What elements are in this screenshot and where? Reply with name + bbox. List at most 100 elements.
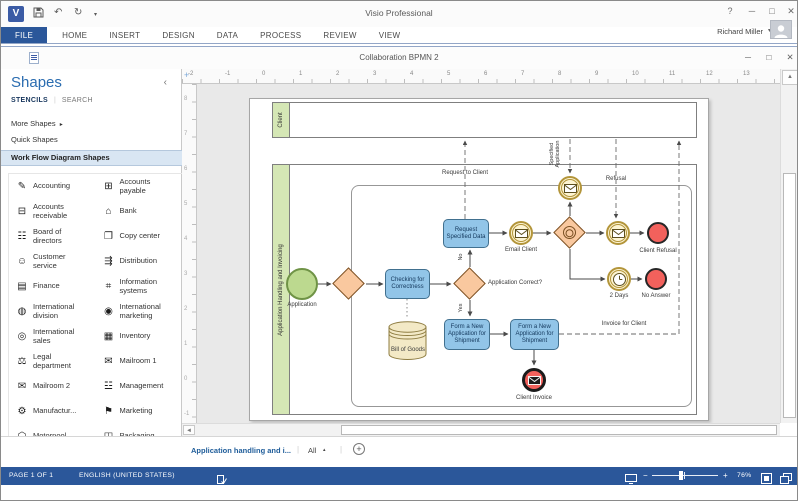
- doc-close-button[interactable]: ✕: [781, 52, 797, 63]
- tab-review[interactable]: REVIEW: [312, 27, 367, 43]
- more-shapes-link[interactable]: More Shapes ▸: [11, 119, 63, 128]
- horizontal-scroll-thumb[interactable]: [341, 425, 777, 435]
- status-page-indicator[interactable]: PAGE 1 OF 1: [9, 472, 53, 479]
- customer-service-icon: ☺: [16, 256, 28, 267]
- stencil-item-customer-service[interactable]: ☺ Customer service: [9, 253, 96, 270]
- zoom-slider-track[interactable]: [652, 475, 718, 476]
- finance-icon: ▤: [17, 281, 27, 292]
- task-form-new-application-1[interactable]: Form a New Application for Shipment: [444, 319, 490, 350]
- insert-page-button[interactable]: +: [353, 443, 365, 455]
- vertical-scroll-thumb[interactable]: [783, 173, 796, 418]
- drawing-canvas[interactable]: Client Application Handling and Invoicin…: [197, 84, 780, 423]
- doc-minimize-button[interactable]: ─: [739, 52, 757, 62]
- scroll-up-icon[interactable]: ▲: [782, 70, 797, 85]
- tab-design[interactable]: DESIGN: [151, 27, 205, 43]
- maximize-button[interactable]: □: [763, 6, 781, 16]
- stencil-item-inventory[interactable]: ▦ Inventory: [96, 331, 183, 342]
- mailroom-1-icon: ✉: [104, 356, 113, 367]
- manufacturing-icon: ⚙: [17, 406, 27, 417]
- stencil-item-manufacturing[interactable]: ⚙ Manufactur...: [9, 406, 96, 417]
- tab-process[interactable]: PROCESS: [249, 27, 312, 43]
- accounts-receivable-icon: ⊟: [17, 206, 27, 217]
- connectors-layer: [318, 139, 682, 366]
- information-systems-icon: ⌗: [105, 281, 112, 292]
- international-sales-icon: ◎: [17, 331, 27, 342]
- vertical-scrollbar[interactable]: ▲: [780, 69, 797, 423]
- stencil-item-international-marketing[interactable]: ◉ International marketing: [96, 303, 183, 320]
- drawing-page[interactable]: Client Application Handling and Invoicin…: [249, 98, 709, 421]
- message-end-event-client-invoice[interactable]: [522, 368, 546, 392]
- accounting-icon: ✎: [17, 181, 27, 192]
- message-event-email-client[interactable]: [509, 221, 533, 245]
- label-no-answer: No Answer: [641, 293, 671, 299]
- task-checking-for-correctness[interactable]: Checking for Correctness: [385, 269, 430, 299]
- visio-window: V ↶ ↻ ▾ Visio Professional ? ─ □ ✕ FILE …: [0, 0, 798, 501]
- collapse-panel-icon[interactable]: ‹: [164, 77, 167, 88]
- stencil-item-distribution[interactable]: ⇶ Distribution: [96, 256, 183, 267]
- tab-data[interactable]: DATA: [206, 27, 249, 43]
- presentation-mode-icon[interactable]: [625, 471, 637, 489]
- tab-insert[interactable]: INSERT: [98, 27, 151, 43]
- all-pages-button[interactable]: All: [308, 446, 316, 455]
- user-name[interactable]: Richard Miller: [717, 27, 763, 36]
- zoom-out-button[interactable]: −: [643, 471, 648, 480]
- tab-stencils[interactable]: STENCILS: [11, 97, 48, 104]
- stencil-item-mailroom-1[interactable]: ✉ Mailroom 1: [96, 356, 183, 367]
- stencil-item-legal-department[interactable]: ⚖ Legal department: [9, 353, 96, 370]
- stencil-item-board-of-directors[interactable]: ☷ Board of directors: [9, 228, 96, 245]
- stencil-list: ✎ Accounting ⊞ Accounts payable ⊟ Accounts …: [8, 173, 182, 449]
- clock-icon: [612, 272, 626, 286]
- proofing-icon[interactable]: [217, 471, 227, 489]
- user-avatar[interactable]: [770, 20, 792, 39]
- stencil-item-information-systems[interactable]: ⌗ Information systems: [96, 278, 183, 295]
- end-event-no-answer[interactable]: [645, 268, 667, 290]
- stencil-item-bank[interactable]: ⌂ Bank: [96, 206, 183, 217]
- vertical-ruler: 87 65 43 21 0 -1: [182, 84, 197, 423]
- ruler-origin-marker: +: [184, 70, 190, 80]
- envelope-icon: [527, 375, 541, 385]
- label-request-to-client: Request to Client: [441, 170, 489, 176]
- stencil-item-mailroom-2[interactable]: ✉ Mailroom 2: [9, 381, 96, 392]
- datastore-bill-of-goods[interactable]: [388, 320, 427, 365]
- minimize-button[interactable]: ─: [743, 6, 761, 16]
- zoom-level[interactable]: 76%: [737, 472, 752, 479]
- tab-view[interactable]: VIEW: [368, 27, 412, 43]
- stencil-item-international-sales[interactable]: ◎ International sales: [9, 328, 96, 345]
- zoom-slider-thumb[interactable]: [679, 471, 683, 480]
- timer-event-2-days[interactable]: [607, 267, 631, 291]
- stencil-item-accounts-payable[interactable]: ⊞ Accounts payable: [96, 178, 183, 195]
- stencil-item-finance[interactable]: ▤ Finance: [9, 281, 96, 292]
- zoom-slider-notch: [684, 472, 685, 479]
- tab-file[interactable]: FILE: [1, 27, 48, 43]
- status-language[interactable]: ENGLISH (UNITED STATES): [79, 472, 175, 479]
- stencil-item-management[interactable]: ☳ Management: [96, 381, 183, 392]
- doc-maximize-button[interactable]: □: [760, 52, 778, 62]
- active-stencil-title[interactable]: Work Flow Diagram Shapes: [1, 150, 182, 166]
- end-event-client-refusal[interactable]: [647, 222, 669, 244]
- zoom-in-button[interactable]: +: [723, 471, 728, 480]
- start-event-application[interactable]: [286, 268, 318, 300]
- fit-page-icon[interactable]: [761, 471, 772, 489]
- scroll-left-icon[interactable]: ◄: [183, 425, 195, 435]
- switch-windows-icon[interactable]: [780, 471, 792, 489]
- task-request-specified-data[interactable]: Request Specified Data: [443, 219, 489, 248]
- event-gateway-rings: [560, 223, 579, 242]
- inventory-icon: ▦: [103, 331, 114, 342]
- quick-shapes-link[interactable]: Quick Shapes: [11, 135, 58, 144]
- tab-search[interactable]: SEARCH: [62, 97, 93, 104]
- stencil-item-accounting[interactable]: ✎ Accounting: [9, 181, 96, 192]
- stencil-item-copy-center[interactable]: ❐ Copy center: [96, 231, 183, 242]
- app-title: Visio Professional: [365, 8, 433, 18]
- help-button[interactable]: ?: [721, 6, 739, 16]
- tab-home[interactable]: HOME: [51, 27, 98, 43]
- message-event-specified-application[interactable]: [558, 176, 582, 200]
- horizontal-scrollbar[interactable]: ◄: [182, 423, 780, 436]
- stencil-item-accounts-receivable[interactable]: ⊟ Accounts receivable: [9, 203, 96, 220]
- task-form-new-application-2[interactable]: Form a New Application for Shipment: [510, 319, 559, 350]
- message-event-refusal[interactable]: [606, 221, 630, 245]
- close-button[interactable]: ✕: [782, 6, 797, 17]
- label-client-refusal: Client Refusal: [639, 248, 677, 254]
- stencil-item-international-division[interactable]: ◍ International division: [9, 303, 96, 320]
- page-tab-active[interactable]: Application handling and i...: [191, 446, 291, 455]
- stencil-item-marketing[interactable]: ⚑ Marketing: [96, 406, 183, 417]
